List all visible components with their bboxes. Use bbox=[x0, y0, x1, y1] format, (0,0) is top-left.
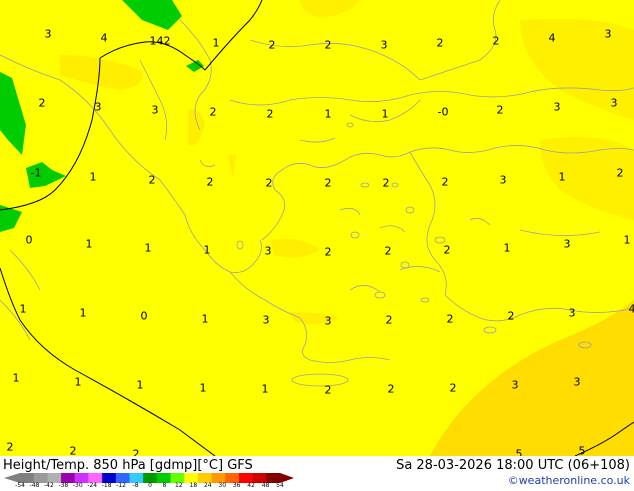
map-value-label: 1 bbox=[20, 304, 27, 315]
map-value-label: 1 bbox=[262, 384, 269, 395]
map-value-label: 1 bbox=[137, 380, 144, 391]
map-value-label: 3 bbox=[574, 377, 581, 388]
map-value-label: 2 bbox=[388, 384, 395, 395]
map-value-label: 1 bbox=[202, 314, 209, 325]
forecast-datetime: Sa 28-03-2026 18:00 UTC (06+108) bbox=[396, 458, 630, 473]
map-value-label: 2 bbox=[442, 177, 449, 188]
map-value-label: 2 bbox=[325, 40, 332, 51]
map-value-label: 3 bbox=[605, 29, 612, 40]
map-value-label: 2 bbox=[447, 314, 454, 325]
map-value-label: 0 bbox=[141, 311, 148, 322]
map-value-label: 3 bbox=[512, 380, 519, 391]
map-value-label: 2 bbox=[385, 246, 392, 257]
map-value-label: 1 bbox=[504, 243, 511, 254]
credit-link[interactable]: ©weatheronline.co.uk bbox=[508, 474, 630, 487]
scale-tick-label: 42 bbox=[247, 483, 255, 489]
scale-tick-label: 0 bbox=[148, 483, 152, 489]
map-value-label: 1 bbox=[90, 172, 97, 183]
map-value-label: 3 bbox=[564, 239, 571, 250]
weather-map bbox=[0, 0, 634, 456]
scale-tick-label: -38 bbox=[58, 483, 68, 489]
map-value-label: 3 bbox=[45, 29, 52, 40]
map-footer: Height/Temp. 850 hPa [gdmp][°C] GFS Sa 2… bbox=[0, 456, 634, 490]
scale-tick-label: 12 bbox=[175, 483, 183, 489]
scale-tick-label: -30 bbox=[73, 483, 83, 489]
map-value-label: 1 bbox=[624, 235, 631, 246]
map-value-label: 2 bbox=[493, 36, 500, 47]
map-value-label: 2 bbox=[508, 311, 515, 322]
map-value-label: 2 bbox=[70, 446, 77, 457]
map-value-label: 5 bbox=[579, 446, 586, 457]
map-value-label: 2 bbox=[325, 178, 332, 189]
map-value-label: 1 bbox=[86, 239, 93, 250]
map-value-label: 3 bbox=[554, 102, 561, 113]
map-value-label: 2 bbox=[267, 109, 274, 120]
map-value-label: 1 bbox=[13, 373, 20, 384]
map-value-label: 1 bbox=[200, 383, 207, 394]
scale-tick-label: -54 bbox=[15, 483, 25, 489]
map-value-label: 1 bbox=[382, 109, 389, 120]
map-value-label: 2 bbox=[325, 385, 332, 396]
map-value-label: 2 bbox=[266, 178, 273, 189]
map-value-label: 4 bbox=[549, 33, 556, 44]
map-value-label: 3 bbox=[263, 315, 270, 326]
map-value-label: -1 bbox=[31, 168, 42, 179]
map-value-label: 1 bbox=[204, 245, 211, 256]
map-value-label: 0 bbox=[26, 235, 33, 246]
map-value-label: 1 bbox=[213, 38, 220, 49]
scale-tick-label: 54 bbox=[276, 483, 284, 489]
map-value-label: 2 bbox=[383, 178, 390, 189]
map-value-label: 2 bbox=[444, 245, 451, 256]
map-value-label: 1 bbox=[80, 308, 87, 319]
map-value-label: 2 bbox=[325, 247, 332, 258]
scale-tick-label: 48 bbox=[262, 483, 270, 489]
scale-tick-label: 18 bbox=[190, 483, 198, 489]
scale-tick-label: -24 bbox=[87, 483, 97, 489]
map-value-label: 3 bbox=[152, 105, 159, 116]
map-value-label: 1 bbox=[145, 243, 152, 254]
map-value-label: 3 bbox=[381, 40, 388, 51]
map-value-label: 2 bbox=[497, 105, 504, 116]
map-graphics bbox=[0, 0, 634, 456]
map-value-label: 1 bbox=[325, 109, 332, 120]
map-value-label: 2 bbox=[210, 107, 217, 118]
map-value-label: 142 bbox=[150, 36, 171, 47]
scale-tick-label: 30 bbox=[218, 483, 226, 489]
map-value-label: 2 bbox=[207, 177, 214, 188]
map-value-label: -0 bbox=[438, 107, 449, 118]
map-value-label: 2 bbox=[7, 442, 14, 453]
map-value-label: 3 bbox=[611, 98, 618, 109]
map-value-label: 2 bbox=[269, 40, 276, 51]
map-value-label: 3 bbox=[500, 175, 507, 186]
map-value-label: 1 bbox=[559, 172, 566, 183]
scale-tick-label: -42 bbox=[44, 483, 54, 489]
map-value-label: 3 bbox=[95, 102, 102, 113]
scale-tick-label: -12 bbox=[116, 483, 126, 489]
map-value-label: 3 bbox=[265, 246, 272, 257]
scale-tick-label: -18 bbox=[102, 483, 112, 489]
scale-tick-label: -8 bbox=[133, 483, 139, 489]
map-value-label: 2 bbox=[39, 98, 46, 109]
scale-tick-label: -48 bbox=[30, 483, 40, 489]
map-value-label: 2 bbox=[149, 175, 156, 186]
scale-tick-label: 8 bbox=[163, 483, 167, 489]
map-value-label: 4 bbox=[101, 33, 108, 44]
map-value-label: 3 bbox=[569, 308, 576, 319]
map-value-label: 2 bbox=[386, 315, 393, 326]
scale-tick-label: 24 bbox=[204, 483, 212, 489]
map-value-label: 1 bbox=[75, 377, 82, 388]
map-value-label: 2 bbox=[437, 38, 444, 49]
map-value-label: 2 bbox=[450, 383, 457, 394]
scale-tick-label: 36 bbox=[233, 483, 241, 489]
map-value-label: 4 bbox=[629, 304, 634, 315]
map-title: Height/Temp. 850 hPa [gdmp][°C] GFS bbox=[3, 458, 253, 473]
map-value-label: 3 bbox=[325, 316, 332, 327]
map-value-label: 2 bbox=[617, 168, 624, 179]
